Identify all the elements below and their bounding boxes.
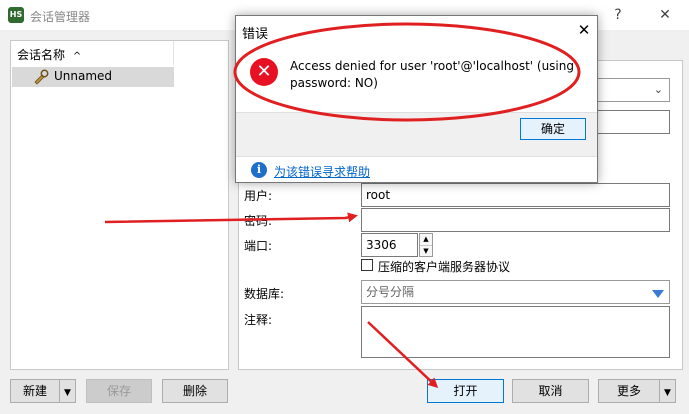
session-list[interactable]: 会话名称 ^ Unnamed <box>10 40 229 370</box>
port-stepper[interactable]: ▲ ▼ <box>419 233 433 257</box>
window-close-icon[interactable]: ✕ <box>655 6 675 24</box>
close-icon[interactable]: ✕ <box>575 21 593 39</box>
session-item-label: Unnamed <box>54 69 113 83</box>
session-wrench-icon <box>33 69 49 89</box>
stepper-up-icon[interactable]: ▲ <box>420 234 432 246</box>
session-list-header[interactable]: 会话名称 ^ <box>11 41 174 65</box>
more-button[interactable]: 更多 <box>598 379 660 403</box>
triangle-down-icon: ▼ <box>664 388 671 398</box>
dialog-title: 错误 <box>242 27 269 42</box>
password-input[interactable] <box>361 208 670 232</box>
stepper-down-icon[interactable]: ▼ <box>420 246 432 257</box>
new-button[interactable]: 新建 <box>10 379 60 403</box>
compress-label: 压缩的客户端服务器协议 <box>378 260 511 274</box>
port-input[interactable]: 3306 <box>361 233 418 257</box>
error-icon: ✕ <box>250 58 278 86</box>
error-message: Access denied for user 'root'@'localhost… <box>290 59 574 90</box>
app-logo-icon: HS <box>8 7 24 23</box>
cancel-button[interactable]: 取消 <box>512 379 589 403</box>
user-label: 用户: <box>244 189 273 203</box>
chevron-down-icon: ⌄ <box>653 83 663 96</box>
help-link[interactable]: 为该错误寻求帮助 <box>274 163 370 180</box>
database-label: 数据库: <box>244 287 285 301</box>
database-select[interactable]: 分号分隔 <box>361 280 670 304</box>
session-name-column: 会话名称 ^ <box>17 48 82 62</box>
ok-button[interactable]: 确定 <box>520 118 586 140</box>
comment-textarea[interactable] <box>361 306 670 358</box>
triangle-down-icon <box>652 284 664 306</box>
delete-button[interactable]: 删除 <box>162 379 228 403</box>
open-button[interactable]: 打开 <box>427 379 504 403</box>
error-dialog: 错误 ✕ ✕ Access denied for user 'root'@'lo… <box>235 15 598 183</box>
window-title: 会话管理器 <box>30 10 91 24</box>
user-input[interactable]: root <box>361 183 670 207</box>
database-placeholder: 分号分隔 <box>366 285 415 299</box>
help-icon[interactable]: ? <box>608 6 628 24</box>
session-item-unnamed[interactable]: Unnamed <box>12 67 174 87</box>
new-dropdown-button[interactable]: ▼ <box>59 379 76 403</box>
triangle-down-icon: ▼ <box>64 388 71 398</box>
comment-label: 注释: <box>244 313 273 327</box>
save-button[interactable]: 保存 <box>86 379 152 403</box>
info-icon: i <box>251 162 267 178</box>
port-label: 端口: <box>244 239 273 253</box>
password-label: 密码: <box>244 214 273 228</box>
more-dropdown-button[interactable]: ▼ <box>659 379 676 403</box>
sort-asc-icon: ^ <box>72 51 82 62</box>
compress-checkbox[interactable] <box>361 259 373 271</box>
